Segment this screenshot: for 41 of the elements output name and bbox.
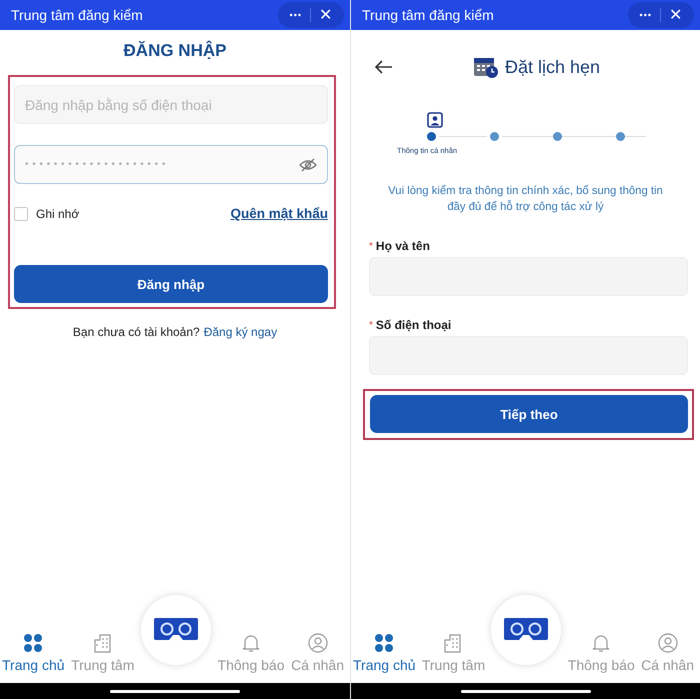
remember-label: Ghi nhớ bbox=[36, 206, 80, 220]
nav-tab[interactable]: Trung tâm bbox=[71, 633, 134, 673]
bell-icon bbox=[592, 633, 610, 653]
required-asterisk: * bbox=[369, 320, 373, 330]
required-asterisk: * bbox=[369, 240, 373, 252]
grid-icon bbox=[23, 633, 44, 653]
close-button[interactable]: ✕ bbox=[311, 3, 340, 27]
building-icon bbox=[443, 633, 464, 653]
grid-icon bbox=[374, 633, 394, 653]
eye-slash-icon[interactable] bbox=[299, 158, 317, 172]
page-title: ĐĂNG NHẬP bbox=[122, 41, 228, 61]
calendar-clock-icon bbox=[473, 55, 499, 79]
signup-link[interactable]: Đăng ký ngay bbox=[204, 325, 278, 339]
app-title: Trung tâm đăng kiểm bbox=[362, 7, 494, 23]
nav-tab[interactable]: Thông báo bbox=[568, 633, 635, 673]
close-button[interactable]: ✕ bbox=[661, 3, 690, 27]
login-button[interactable]: Đăng nhập bbox=[14, 265, 328, 303]
phone-input-field[interactable]: Đăng nhập bằng số điện thoại bbox=[14, 85, 328, 124]
forgot-password-link[interactable]: Quên mật khẩu bbox=[230, 206, 328, 221]
next-button[interactable]: Tiếp theo bbox=[370, 395, 688, 433]
signup-prompt: Bạn chưa có tài khoản? bbox=[72, 325, 200, 339]
nav-tab[interactable]: Trang chủ bbox=[353, 633, 416, 673]
instruction-text: Vui lòng kiểm tra thông tin chính xác, bổ sung thông tin đầy đủ để hỗ trợ công tác xử lý bbox=[387, 184, 664, 215]
remember-checkbox[interactable] bbox=[14, 206, 28, 220]
more-button[interactable]: ••• bbox=[632, 3, 660, 27]
nav-tab[interactable]: Cá nhân bbox=[291, 633, 344, 673]
back-arrow-icon[interactable] bbox=[375, 60, 393, 74]
page-title: Đặt lịch hẹn bbox=[505, 56, 600, 78]
profile-card-icon bbox=[427, 112, 443, 128]
app-title: Trung tâm đăng kiểm bbox=[11, 7, 143, 23]
building-icon bbox=[92, 633, 113, 653]
nav-tab[interactable]: Cá nhân bbox=[641, 633, 694, 673]
nav-tab[interactable]: Trung tâm bbox=[422, 633, 486, 673]
user-circle-icon bbox=[658, 633, 678, 653]
nav-tab[interactable]: Trang chủ bbox=[2, 633, 65, 673]
nav-tab[interactable]: Thông báo bbox=[218, 633, 284, 673]
more-button[interactable]: ••• bbox=[282, 3, 310, 27]
field-label: Họ và tên bbox=[376, 239, 430, 253]
user-circle-icon bbox=[308, 633, 328, 653]
bell-icon bbox=[242, 633, 260, 653]
field-label: Số điện thoại bbox=[376, 318, 452, 332]
